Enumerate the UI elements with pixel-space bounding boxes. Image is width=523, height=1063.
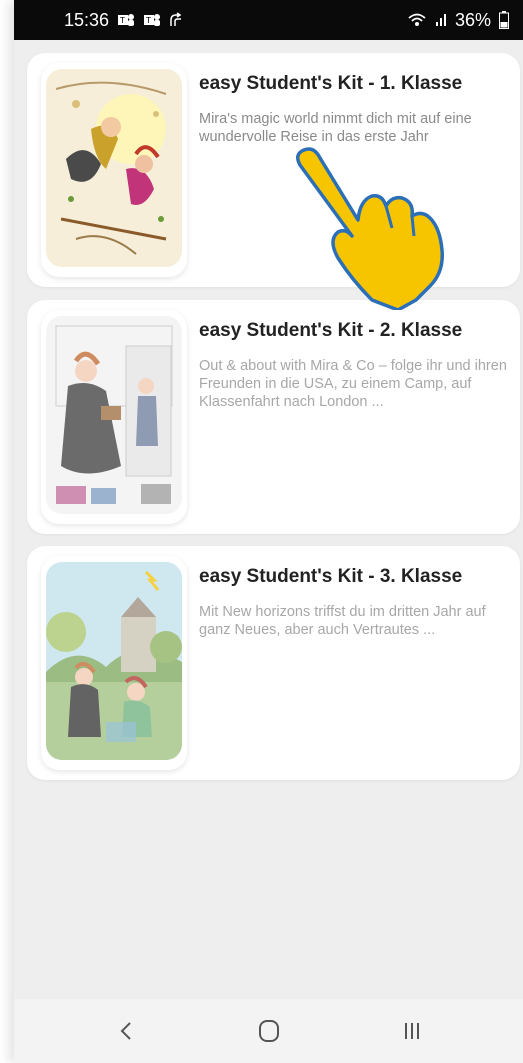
cell-signal-icon (435, 12, 447, 28)
card-title: easy Student's Kit - 2. Klasse (199, 320, 463, 341)
cover-image-klasse-2 (46, 316, 182, 514)
recents-button[interactable] (382, 1009, 442, 1053)
svg-text:T: T (145, 16, 151, 25)
battery-percent: 36% (454, 9, 491, 30)
course-card-klasse-1[interactable]: easy Student's Kit - 1. Klasse Mira's ma… (27, 53, 520, 287)
course-card-klasse-2[interactable]: easy Student's Kit - 2. Klasse Out & abo… (27, 300, 520, 534)
battery-icon (499, 11, 509, 29)
cover-image-klasse-1 (46, 69, 182, 267)
cover-image-klasse-3 (46, 562, 182, 760)
teams-icon: T (117, 12, 135, 28)
home-button[interactable] (239, 1009, 299, 1053)
card-title: easy Student's Kit - 3. Klasse (199, 566, 463, 587)
signal-arrow-icon (169, 12, 185, 28)
card-description: Mira's magic world nimmt dich mit auf ei… (199, 111, 472, 145)
card-description: Out & about with Mira & Co – folge ihr u… (199, 358, 507, 410)
course-card-klasse-3[interactable]: easy Student's Kit - 3. Klasse Mit New h… (27, 546, 520, 780)
back-icon (120, 1022, 131, 1040)
recents-icon (404, 1023, 419, 1039)
card-description: Mit New horizons triffst du im dritten J… (199, 604, 486, 638)
svg-text:T: T (119, 16, 125, 25)
status-time: 15:36 (64, 9, 110, 30)
back-button[interactable] (96, 1009, 156, 1053)
status-bar: 15:36 T T 36% (14, 0, 523, 40)
card-title: easy Student's Kit - 1. Klasse (199, 73, 463, 94)
wifi-icon (407, 12, 427, 28)
home-icon (258, 1020, 279, 1042)
navigation-bar (14, 999, 523, 1063)
phone-screen: 15:36 T T 36% easy Student's Kit - 1. Kl… (14, 0, 523, 1063)
teams-icon: T (143, 12, 161, 28)
